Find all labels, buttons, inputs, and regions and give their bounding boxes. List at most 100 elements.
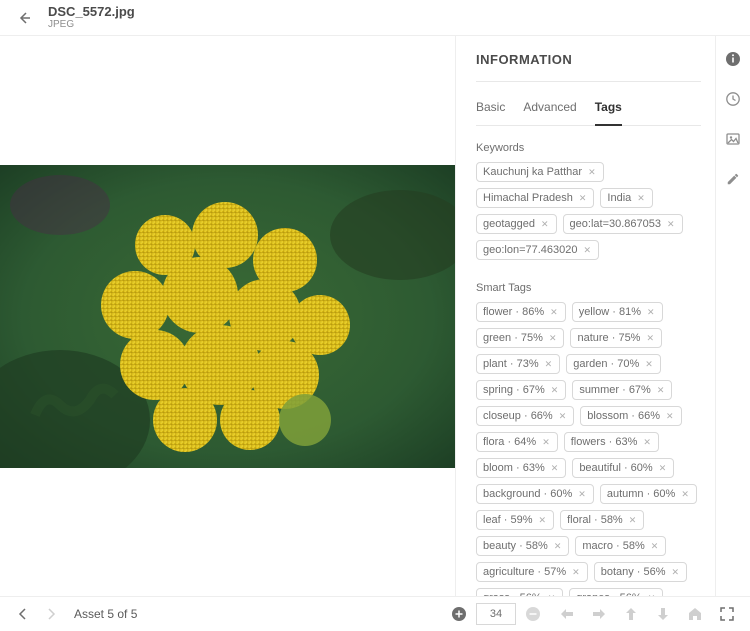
smart-tag-chip-label: closeup · 66% [483, 410, 553, 422]
remove-chip-icon[interactable]: ✕ [642, 437, 652, 448]
smart-tag-chip[interactable]: floral · 58%✕ [560, 510, 644, 530]
remove-chip-icon[interactable]: ✕ [583, 245, 593, 256]
remove-chip-icon[interactable]: ✕ [540, 219, 550, 230]
keyword-chip[interactable]: Kauchunj ka Patthar✕ [476, 162, 604, 182]
tab-tags[interactable]: Tags [595, 96, 622, 126]
smart-tag-chip-label: leaf · 59% [483, 514, 533, 526]
info-panel-title: INFORMATION [476, 52, 701, 82]
arrow-down-icon [657, 607, 669, 621]
smart-tag-chip[interactable]: yellow · 81%✕ [572, 302, 663, 322]
file-type: JPEG [48, 19, 135, 30]
keyword-chip[interactable]: India ✕ [600, 188, 652, 208]
pan-left-button[interactable] [558, 605, 576, 623]
smart-tag-chip[interactable]: flower · 86%✕ [476, 302, 566, 322]
keywords-list: Kauchunj ka Patthar✕ Himachal Pradesh✕ Ind… [476, 162, 701, 260]
next-asset-button[interactable] [42, 605, 60, 623]
smart-tag-chip[interactable]: closeup · 66% ✕ [476, 406, 574, 426]
keyword-chip[interactable]: geotagged ✕ [476, 214, 557, 234]
smart-tag-chip[interactable]: bloom · 63% ✕ [476, 458, 566, 478]
remove-chip-icon[interactable]: ✕ [544, 359, 554, 370]
smart-tag-chip-label: botany · 56% [601, 566, 666, 578]
remove-chip-icon[interactable]: ✕ [658, 463, 668, 474]
tab-advanced[interactable]: Advanced [523, 96, 576, 125]
remove-chip-icon[interactable]: ✕ [650, 541, 660, 552]
smart-tag-chip[interactable]: nature · 75%✕ [570, 328, 662, 348]
remove-chip-icon[interactable]: ✕ [578, 193, 588, 204]
pan-down-button[interactable] [654, 605, 672, 623]
remove-chip-icon[interactable]: ✕ [541, 437, 551, 448]
remove-chip-icon[interactable]: ✕ [666, 219, 676, 230]
smart-tag-chip[interactable]: botany · 56% ✕ [594, 562, 687, 582]
smart-tag-chip[interactable]: agriculture · 57%✕ [476, 562, 588, 582]
remove-chip-icon[interactable]: ✕ [647, 593, 657, 597]
viewer-tools [558, 605, 736, 623]
remove-chip-icon[interactable]: ✕ [644, 359, 654, 370]
remove-chip-icon[interactable]: ✕ [636, 193, 646, 204]
arrow-left-icon [560, 608, 574, 620]
smart-tag-chip[interactable]: plant · 73%✕ [476, 354, 560, 374]
plus-circle-icon [451, 606, 467, 622]
remove-chip-icon[interactable]: ✕ [645, 333, 655, 344]
smart-tag-chip[interactable]: summer · 67%✕ [572, 380, 672, 400]
remove-chip-icon[interactable]: ✕ [646, 307, 656, 318]
info-tabs: Basic Advanced Tags [476, 96, 701, 126]
keyword-chip-label: India [607, 192, 631, 204]
remove-chip-icon[interactable]: ✕ [538, 515, 548, 526]
arrow-right-icon [592, 608, 606, 620]
keyword-chip[interactable]: geo:lat=30.867053✕ [563, 214, 683, 234]
keyword-chip-label: geotagged [483, 218, 535, 230]
edit-icon[interactable] [722, 168, 744, 190]
smart-tag-chip[interactable]: flora · 64%✕ [476, 432, 558, 452]
smart-tag-chip[interactable]: blossom · 66%✕ [580, 406, 681, 426]
smart-tag-chip[interactable]: flowers · 63% ✕ [564, 432, 659, 452]
smart-tag-chip[interactable]: background · 60% ✕ [476, 484, 594, 504]
remove-chip-icon[interactable]: ✕ [548, 333, 558, 344]
zoom-input[interactable] [476, 603, 516, 625]
smart-tag-chip[interactable]: grapes · 56%✕ [569, 588, 663, 596]
remove-chip-icon[interactable]: ✕ [680, 489, 690, 500]
home-button[interactable] [686, 605, 704, 623]
remove-chip-icon[interactable]: ✕ [587, 167, 597, 178]
remove-chip-icon[interactable]: ✕ [656, 385, 666, 396]
keyword-chip[interactable]: Himachal Pradesh✕ [476, 188, 594, 208]
remove-chip-icon[interactable]: ✕ [571, 567, 581, 578]
remove-chip-icon[interactable]: ✕ [665, 411, 675, 422]
smart-tag-chip-label: spring · 67% [483, 384, 545, 396]
back-button[interactable] [12, 6, 36, 30]
remove-chip-icon[interactable]: ✕ [550, 385, 560, 396]
smart-tag-chip-label: flowers · 63% [571, 436, 638, 448]
remove-chip-icon[interactable]: ✕ [550, 463, 560, 474]
pan-up-button[interactable] [622, 605, 640, 623]
image-viewer [0, 36, 455, 596]
history-icon[interactable] [722, 88, 744, 110]
smart-tag-chip[interactable]: beautiful · 60%✕ [572, 458, 674, 478]
remove-chip-icon[interactable]: ✕ [558, 411, 568, 422]
remove-chip-icon[interactable]: ✕ [671, 567, 681, 578]
smart-tag-chip[interactable]: grass · 56%✕ [476, 588, 563, 596]
info-panel: INFORMATION Basic Advanced Tags Keywords… [455, 36, 715, 596]
smart-tag-chip-label: background · 60% [483, 488, 572, 500]
smart-tag-chip[interactable]: leaf · 59% ✕ [476, 510, 554, 530]
info-icon[interactable] [722, 48, 744, 70]
remove-chip-icon[interactable]: ✕ [547, 593, 557, 597]
remove-chip-icon[interactable]: ✕ [549, 307, 559, 318]
smart-tag-chip[interactable]: macro · 58%✕ [575, 536, 666, 556]
zoom-in-button[interactable] [450, 605, 468, 623]
prev-asset-button[interactable] [14, 605, 32, 623]
smart-tag-chip[interactable]: garden · 70%✕ [566, 354, 661, 374]
pan-right-button[interactable] [590, 605, 608, 623]
smart-tag-chip[interactable]: green · 75%✕ [476, 328, 564, 348]
smart-tag-chip[interactable]: autumn · 60%✕ [600, 484, 697, 504]
zoom-out-button[interactable] [524, 605, 542, 623]
keyword-chip[interactable]: geo:lon=77.463020✕ [476, 240, 599, 260]
file-name: DSC_5572.jpg [48, 5, 135, 19]
remove-chip-icon[interactable]: ✕ [577, 489, 587, 500]
smart-tag-chip[interactable]: spring · 67% ✕ [476, 380, 566, 400]
smart-tag-chip[interactable]: beauty · 58%✕ [476, 536, 569, 556]
tab-basic[interactable]: Basic [476, 96, 505, 125]
image-icon[interactable] [722, 128, 744, 150]
smart-tag-chip-label: bloom · 63% [483, 462, 545, 474]
fullscreen-button[interactable] [718, 605, 736, 623]
remove-chip-icon[interactable]: ✕ [553, 541, 563, 552]
remove-chip-icon[interactable]: ✕ [628, 515, 638, 526]
